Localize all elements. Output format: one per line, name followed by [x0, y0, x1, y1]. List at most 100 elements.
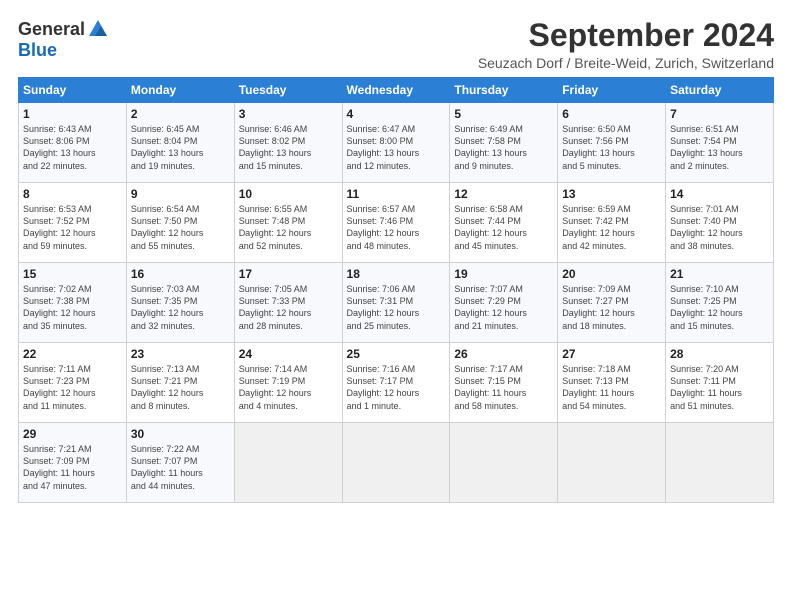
month-title: September 2024: [478, 18, 774, 53]
cell-content: Sunrise: 6:51 AMSunset: 7:54 PMDaylight:…: [670, 123, 769, 172]
cell-content: Sunrise: 6:47 AMSunset: 8:00 PMDaylight:…: [347, 123, 446, 172]
cell-day-17: 17 Sunrise: 7:05 AMSunset: 7:33 PMDayligh…: [234, 263, 342, 343]
cell-day-22: 22 Sunrise: 7:11 AMSunset: 7:23 PMDayligh…: [19, 343, 127, 423]
day-number: 14: [670, 187, 769, 201]
cell-day-18: 18Sunrise: 7:06 AMSunset: 7:31 PMDayligh…: [342, 263, 450, 343]
cell-day-empty: [342, 423, 450, 503]
day-number: 13: [562, 187, 661, 201]
cell-content: Sunrise: 7:16 AMSunset: 7:17 PMDaylight:…: [347, 363, 446, 412]
cell-day-21: 21 Sunrise: 7:10 AMSunset: 7:25 PMDayligh…: [666, 263, 774, 343]
location: Seuzach Dorf / Breite-Weid, Zurich, Swit…: [478, 55, 774, 71]
day-number: 4: [347, 107, 446, 121]
week-row-1: 1Sunrise: 6:43 AMSunset: 8:06 PMDaylight…: [19, 103, 774, 183]
column-header-monday: Monday: [126, 78, 234, 103]
cell-day-empty: [450, 423, 558, 503]
cell-day-1: 1Sunrise: 6:43 AMSunset: 8:06 PMDaylight…: [19, 103, 127, 183]
day-number: 1: [23, 107, 122, 121]
day-number: 10: [239, 187, 338, 201]
column-header-wednesday: Wednesday: [342, 78, 450, 103]
day-number: 2: [131, 107, 230, 121]
logo-general: General: [18, 19, 85, 40]
day-number: 17: [239, 267, 338, 281]
logo-blue: Blue: [18, 40, 57, 61]
cell-content: Sunrise: 7:22 AMSunset: 7:07 PMDaylight:…: [131, 443, 230, 492]
day-number: 12: [454, 187, 553, 201]
day-number: 9: [131, 187, 230, 201]
cell-content: Sunrise: 7:11 AMSunset: 7:23 PMDaylight:…: [23, 363, 122, 412]
cell-content: Sunrise: 7:05 AMSunset: 7:33 PMDaylight:…: [239, 283, 338, 332]
cell-content: Sunrise: 6:50 AMSunset: 7:56 PMDaylight:…: [562, 123, 661, 172]
cell-content: Sunrise: 7:18 AMSunset: 7:13 PMDaylight:…: [562, 363, 661, 412]
week-row-5: 29Sunrise: 7:21 AMSunset: 7:09 PMDayligh…: [19, 423, 774, 503]
day-number: 24: [239, 347, 338, 361]
cell-day-24: 24Sunrise: 7:14 AMSunset: 7:19 PMDayligh…: [234, 343, 342, 423]
day-number: 25: [347, 347, 446, 361]
cell-content: Sunrise: 7:10 AMSunset: 7:25 PMDaylight:…: [670, 283, 769, 332]
cell-content: Sunrise: 7:20 AMSunset: 7:11 PMDaylight:…: [670, 363, 769, 412]
cell-day-30: 30Sunrise: 7:22 AMSunset: 7:07 PMDayligh…: [126, 423, 234, 503]
day-number: 27: [562, 347, 661, 361]
day-number: 22: [23, 347, 122, 361]
cell-day-28: 28 Sunrise: 7:20 AMSunset: 7:11 PMDayligh…: [666, 343, 774, 423]
cell-content: Sunrise: 6:49 AMSunset: 7:58 PMDaylight:…: [454, 123, 553, 172]
cell-day-19: 19Sunrise: 7:07 AMSunset: 7:29 PMDayligh…: [450, 263, 558, 343]
cell-content: Sunrise: 7:09 AMSunset: 7:27 PMDaylight:…: [562, 283, 661, 332]
cell-day-23: 23Sunrise: 7:13 AMSunset: 7:21 PMDayligh…: [126, 343, 234, 423]
day-number: 21: [670, 267, 769, 281]
cell-day-4: 4 Sunrise: 6:47 AMSunset: 8:00 PMDaylight…: [342, 103, 450, 183]
calendar-table: SundayMondayTuesdayWednesdayThursdayFrid…: [18, 77, 774, 503]
cell-day-empty: [234, 423, 342, 503]
cell-content: Sunrise: 6:59 AMSunset: 7:42 PMDaylight:…: [562, 203, 661, 252]
cell-day-3: 3Sunrise: 6:46 AMSunset: 8:02 PMDaylight…: [234, 103, 342, 183]
week-row-4: 22 Sunrise: 7:11 AMSunset: 7:23 PMDayligh…: [19, 343, 774, 423]
column-header-thursday: Thursday: [450, 78, 558, 103]
day-number: 15: [23, 267, 122, 281]
cell-day-26: 26Sunrise: 7:17 AMSunset: 7:15 PMDayligh…: [450, 343, 558, 423]
cell-content: Sunrise: 7:01 AMSunset: 7:40 PMDaylight:…: [670, 203, 769, 252]
day-number: 26: [454, 347, 553, 361]
cell-day-10: 10 Sunrise: 6:55 AMSunset: 7:48 PMDayligh…: [234, 183, 342, 263]
cell-day-empty: [558, 423, 666, 503]
day-number: 8: [23, 187, 122, 201]
cell-content: Sunrise: 6:57 AMSunset: 7:46 PMDaylight:…: [347, 203, 446, 252]
header-row: SundayMondayTuesdayWednesdayThursdayFrid…: [19, 78, 774, 103]
cell-content: Sunrise: 6:58 AMSunset: 7:44 PMDaylight:…: [454, 203, 553, 252]
day-number: 6: [562, 107, 661, 121]
cell-content: Sunrise: 6:53 AMSunset: 7:52 PMDaylight:…: [23, 203, 122, 252]
day-number: 19: [454, 267, 553, 281]
cell-day-12: 12 Sunrise: 6:58 AMSunset: 7:44 PMDayligh…: [450, 183, 558, 263]
cell-day-29: 29Sunrise: 7:21 AMSunset: 7:09 PMDayligh…: [19, 423, 127, 503]
cell-day-empty: [666, 423, 774, 503]
cell-day-9: 9 Sunrise: 6:54 AMSunset: 7:50 PMDaylight…: [126, 183, 234, 263]
day-number: 18: [347, 267, 446, 281]
day-number: 5: [454, 107, 553, 121]
column-header-saturday: Saturday: [666, 78, 774, 103]
cell-content: Sunrise: 6:46 AMSunset: 8:02 PMDaylight:…: [239, 123, 338, 172]
column-header-sunday: Sunday: [19, 78, 127, 103]
title-section: September 2024 Seuzach Dorf / Breite-Wei…: [478, 18, 774, 71]
cell-content: Sunrise: 7:02 AMSunset: 7:38 PMDaylight:…: [23, 283, 122, 332]
cell-day-13: 13 Sunrise: 6:59 AMSunset: 7:42 PMDayligh…: [558, 183, 666, 263]
cell-day-11: 11 Sunrise: 6:57 AMSunset: 7:46 PMDayligh…: [342, 183, 450, 263]
day-number: 28: [670, 347, 769, 361]
cell-content: Sunrise: 6:55 AMSunset: 7:48 PMDaylight:…: [239, 203, 338, 252]
week-row-3: 15 Sunrise: 7:02 AMSunset: 7:38 PMDayligh…: [19, 263, 774, 343]
cell-day-5: 5 Sunrise: 6:49 AMSunset: 7:58 PMDaylight…: [450, 103, 558, 183]
day-number: 7: [670, 107, 769, 121]
cell-content: Sunrise: 7:13 AMSunset: 7:21 PMDaylight:…: [131, 363, 230, 412]
cell-day-16: 16 Sunrise: 7:03 AMSunset: 7:35 PMDayligh…: [126, 263, 234, 343]
logo: General Blue: [18, 18, 109, 61]
day-number: 11: [347, 187, 446, 201]
cell-day-25: 25 Sunrise: 7:16 AMSunset: 7:17 PMDayligh…: [342, 343, 450, 423]
cell-content: Sunrise: 7:03 AMSunset: 7:35 PMDaylight:…: [131, 283, 230, 332]
column-header-friday: Friday: [558, 78, 666, 103]
calendar-page: General Blue September 2024 Seuzach Dorf…: [0, 0, 792, 612]
cell-day-14: 14 Sunrise: 7:01 AMSunset: 7:40 PMDayligh…: [666, 183, 774, 263]
cell-day-20: 20 Sunrise: 7:09 AMSunset: 7:27 PMDayligh…: [558, 263, 666, 343]
day-number: 29: [23, 427, 122, 441]
day-number: 16: [131, 267, 230, 281]
header: General Blue September 2024 Seuzach Dorf…: [18, 18, 774, 71]
cell-content: Sunrise: 6:54 AMSunset: 7:50 PMDaylight:…: [131, 203, 230, 252]
day-number: 20: [562, 267, 661, 281]
cell-day-7: 7 Sunrise: 6:51 AMSunset: 7:54 PMDaylight…: [666, 103, 774, 183]
